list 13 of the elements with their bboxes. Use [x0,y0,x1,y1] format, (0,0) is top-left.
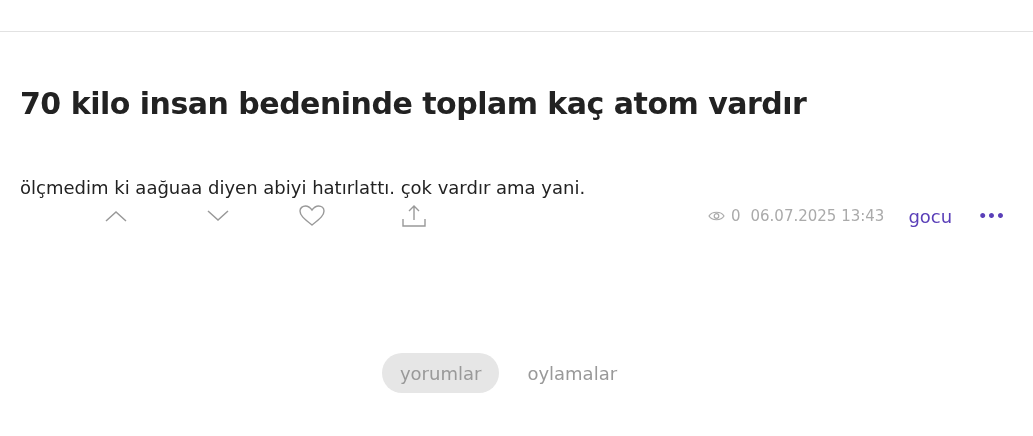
chevron-down-icon [207,210,229,222]
entry-text: ölçmedim ki aağuaa diyen abiyi hatırlattı. çok vardır ama yani. [20,176,587,200]
heart-icon [299,205,325,227]
more-button[interactable]: ••• [978,205,1005,227]
author-link[interactable]: gocu [908,202,953,230]
eye-icon [707,210,725,222]
favorite-button[interactable] [298,203,326,229]
share-icon [401,204,427,228]
entry-title: 70 kilo insan bedeninde toplam kaç atom vardır [20,85,808,123]
view-count: 0 [730,205,741,227]
share-button[interactable] [400,203,428,229]
entry-date: 06.07.2025 13:43 [750,205,885,227]
chevron-up-icon [105,210,127,222]
